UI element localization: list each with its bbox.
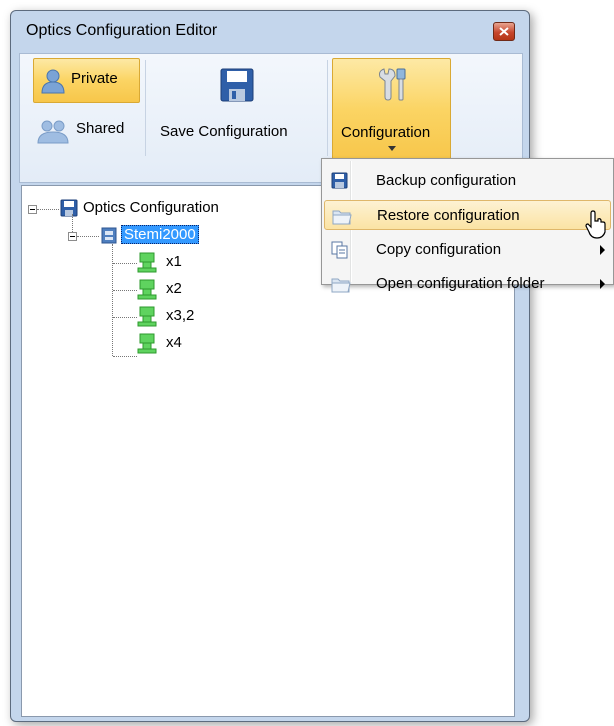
tree-root-label[interactable]: Optics Configuration xyxy=(83,199,219,216)
tree-item-stemi2000[interactable]: Stemi2000 xyxy=(121,225,199,244)
submenu-arrow-icon xyxy=(600,245,605,255)
private-label: Private xyxy=(71,70,118,87)
collapse-toggle[interactable] xyxy=(28,205,37,214)
users-icon xyxy=(37,120,69,144)
window-title: Optics Configuration Editor xyxy=(26,22,218,39)
menu-item-label: Restore configuration xyxy=(377,207,520,224)
objective-icon xyxy=(137,252,157,273)
tools-icon xyxy=(379,68,406,101)
configuration-button[interactable]: Configuration xyxy=(332,58,451,162)
microscope-icon xyxy=(101,227,117,244)
configuration-dropdown-menu: Backup configuration Restore configurati… xyxy=(321,158,614,293)
tree-item-objective[interactable]: x3,2 xyxy=(166,307,194,324)
menu-item-open-configuration-folder[interactable]: Open configuration folder xyxy=(324,269,611,299)
configuration-label: Configuration xyxy=(341,124,431,141)
ribbon-separator xyxy=(327,60,328,156)
collapse-toggle[interactable] xyxy=(68,232,77,241)
menu-item-label: Copy configuration xyxy=(376,241,502,258)
tree-item-objective[interactable]: x4 xyxy=(166,334,182,351)
floppy-disk-icon xyxy=(220,68,254,102)
dropdown-arrow-icon xyxy=(388,146,396,151)
shared-label: Shared xyxy=(76,120,125,137)
objective-icon xyxy=(137,279,157,300)
objective-icon xyxy=(137,333,157,354)
menu-item-label: Backup configuration xyxy=(376,172,517,189)
objective-icon xyxy=(137,306,157,327)
folder-icon xyxy=(331,278,351,293)
save-configuration-label: Save Configuration xyxy=(160,123,288,140)
shared-button[interactable]: Shared xyxy=(33,108,140,153)
close-icon xyxy=(499,27,509,36)
save-configuration-button[interactable]: Save Configuration xyxy=(151,58,324,162)
menu-item-restore-configuration[interactable]: Restore configuration xyxy=(324,200,611,230)
tree-item-objective[interactable]: x1 xyxy=(166,253,182,270)
mouse-cursor-icon xyxy=(585,210,606,239)
folder-icon xyxy=(332,210,352,225)
private-button[interactable]: Private xyxy=(33,58,140,103)
copy-icon xyxy=(331,241,348,259)
optics-configuration-editor-window: Optics Configuration Editor Private Shar… xyxy=(10,10,530,722)
submenu-arrow-icon xyxy=(600,279,605,289)
floppy-disk-icon xyxy=(60,199,78,217)
menu-item-label: Open configuration folder xyxy=(376,275,545,292)
user-icon xyxy=(41,69,65,94)
floppy-disk-icon xyxy=(331,172,348,189)
menu-item-copy-configuration[interactable]: Copy configuration xyxy=(324,235,611,265)
menu-item-backup-configuration[interactable]: Backup configuration xyxy=(324,166,611,196)
ribbon-separator xyxy=(145,60,146,156)
close-button[interactable] xyxy=(493,22,515,41)
tree-item-objective[interactable]: x2 xyxy=(166,280,182,297)
